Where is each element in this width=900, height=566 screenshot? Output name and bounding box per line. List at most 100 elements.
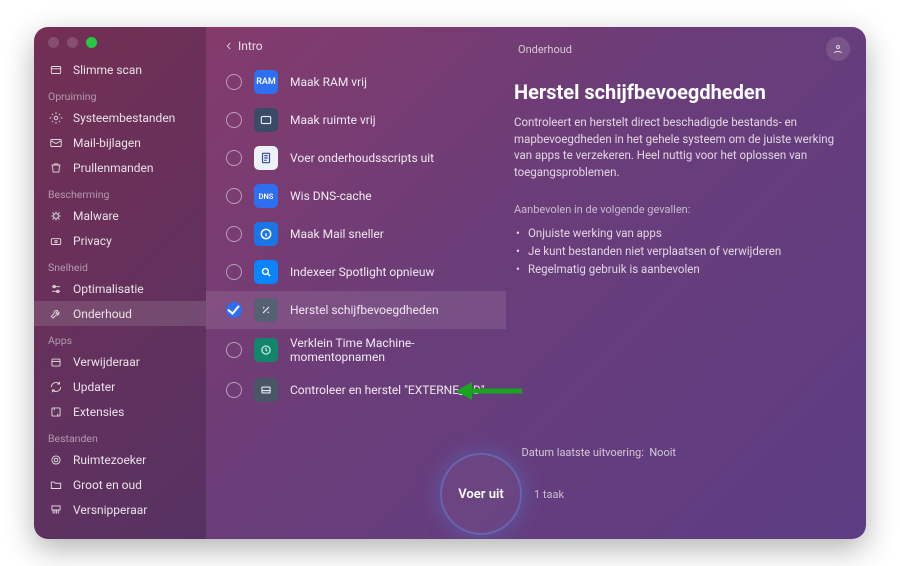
task-label: Wis DNS-cache (290, 189, 372, 203)
sidebar-item-label: Extensies (73, 405, 124, 419)
back-button[interactable]: Intro (206, 39, 506, 63)
trash-icon (48, 160, 63, 175)
chevron-left-icon (224, 41, 234, 51)
info-icon (254, 222, 278, 246)
wrench-icon (48, 306, 63, 321)
scan-icon (48, 62, 63, 77)
task-repair-permissions[interactable]: Herstel schijfbevoegdheden (206, 291, 506, 329)
task-label: Indexeer Spotlight opnieuw (290, 265, 434, 279)
task-reindex-spotlight[interactable]: Indexeer Spotlight opnieuw (206, 253, 506, 291)
task-label: Maak RAM vrij (290, 75, 367, 89)
tools-icon (254, 298, 278, 322)
mail-icon (48, 135, 63, 150)
task-radio[interactable] (226, 302, 242, 318)
folder-icon (48, 477, 63, 492)
sidebar-item-label: Prullenmanden (73, 161, 154, 175)
sidebar-item-malware[interactable]: Malware (34, 203, 206, 228)
sidebar-item-label: Updater (73, 380, 115, 394)
sidebar-item-space-lens[interactable]: Ruimtezoeker (34, 447, 206, 472)
app-window: Slimme scan Opruiming Systeembestanden M… (34, 27, 866, 539)
run-zone: Voer uit 1 taak (442, 455, 564, 533)
sidebar-section-speed: Snelheid (34, 253, 206, 276)
highlight-arrow-icon (454, 379, 524, 407)
task-radio[interactable] (226, 188, 242, 204)
task-radio[interactable] (226, 74, 242, 90)
task-flush-dns[interactable]: DNS Wis DNS-cache (206, 177, 506, 215)
sidebar-section-cleanup: Opruiming (34, 82, 206, 105)
ram-icon: RAM (254, 70, 278, 94)
sidebar-item-label: Ruimtezoeker (73, 453, 146, 467)
task-label: Herstel schijfbevoegdheden (290, 303, 439, 317)
sidebar-item-label: Privacy (73, 234, 112, 248)
sidebar-item-label: Groot en oud (73, 478, 142, 492)
zoom-dot[interactable] (86, 37, 97, 48)
recommendations-title: Aanbevolen in de volgende gevallen: (514, 203, 842, 216)
task-radio[interactable] (226, 150, 242, 166)
task-maint-scripts[interactable]: Voer onderhoudsscripts uit (206, 139, 506, 177)
task-radio[interactable] (226, 342, 242, 358)
sidebar-item-mail[interactable]: Mail-bijlagen (34, 130, 206, 155)
sidebar-item-label: Versnipperaar (73, 503, 147, 517)
sidebar-item-shredder[interactable]: Versnipperaar (34, 497, 206, 522)
sidebar-item-large-old[interactable]: Groot en oud (34, 472, 206, 497)
task-label: Maak Mail sneller (290, 227, 384, 241)
search-icon (254, 260, 278, 284)
sidebar-section-protection: Bescherming (34, 180, 206, 203)
sidebar-item-trash[interactable]: Prullenmanden (34, 155, 206, 180)
recommendation-item: Onjuiste werking van apps (514, 224, 842, 242)
bug-icon (48, 208, 63, 223)
sidebar-item-smart-scan[interactable]: Slimme scan (34, 57, 206, 82)
puzzle-icon (48, 404, 63, 419)
sidebar-item-label: Onderhoud (73, 307, 132, 321)
task-radio[interactable] (226, 382, 242, 398)
sidebar-item-label: Verwijderaar (73, 355, 140, 369)
task-speedup-mail[interactable]: Maak Mail sneller (206, 215, 506, 253)
recommendation-item: Regelmatig gebruik is aanbevolen (514, 260, 842, 278)
dns-icon: DNS (254, 184, 278, 208)
sidebar-item-label: Optimalisatie (73, 282, 144, 296)
sidebar-item-label: Malware (73, 209, 119, 223)
sidebar-item-updater[interactable]: Updater (34, 374, 206, 399)
task-thin-tm[interactable]: Verklein Time Machine-momentopnamen (206, 329, 506, 371)
sidebar-item-label: Systeembestanden (73, 111, 175, 125)
recommendation-item: Je kunt bestanden niet verplaatsen of ve… (514, 242, 842, 260)
task-radio[interactable] (226, 112, 242, 128)
gear-icon (48, 110, 63, 125)
target-icon (48, 452, 63, 467)
task-label: Voer onderhoudsscripts uit (290, 151, 434, 165)
sidebar: Slimme scan Opruiming Systeembestanden M… (34, 27, 206, 539)
minimize-dot[interactable] (67, 37, 78, 48)
sidebar-section-files: Bestanden (34, 424, 206, 447)
page-title: Onderhoud (514, 43, 842, 56)
back-label: Intro (238, 39, 263, 53)
box-icon (48, 354, 63, 369)
run-button[interactable]: Voer uit (442, 455, 520, 533)
detail-description: Controleert en herstelt direct beschadig… (514, 114, 842, 181)
sidebar-item-optimization[interactable]: Optimalisatie (34, 276, 206, 301)
sidebar-section-apps: Apps (34, 326, 206, 349)
shredder-icon (48, 502, 63, 517)
sidebar-item-label: Mail-bijlagen (73, 136, 141, 150)
recommendations-list: Onjuiste werking van apps Je kunt bestan… (514, 224, 842, 278)
sidebar-item-extensions[interactable]: Extensies (34, 399, 206, 424)
task-free-space[interactable]: Maak ruimte vrij (206, 101, 506, 139)
sidebar-item-system-junk[interactable]: Systeembestanden (34, 105, 206, 130)
sidebar-item-label: Slimme scan (73, 63, 142, 77)
last-run-value: Nooit (649, 446, 676, 459)
sliders-icon (48, 281, 63, 296)
drive-icon (254, 378, 278, 402)
detail-title: Herstel schijfbevoegdheden (514, 80, 842, 104)
sidebar-item-uninstaller[interactable]: Verwijderaar (34, 349, 206, 374)
task-free-ram[interactable]: RAM Maak RAM vrij (206, 63, 506, 101)
task-count-label: 1 taak (534, 488, 564, 501)
profile-button[interactable] (826, 37, 850, 61)
close-dot[interactable] (48, 37, 59, 48)
timemachine-icon (254, 338, 278, 362)
task-label: Maak ruimte vrij (290, 113, 376, 127)
sidebar-item-maintenance[interactable]: Onderhoud (34, 301, 206, 326)
disk-icon (254, 108, 278, 132)
task-radio[interactable] (226, 264, 242, 280)
task-label: Verklein Time Machine-momentopnamen (290, 336, 492, 364)
task-radio[interactable] (226, 226, 242, 242)
sidebar-item-privacy[interactable]: Privacy (34, 228, 206, 253)
